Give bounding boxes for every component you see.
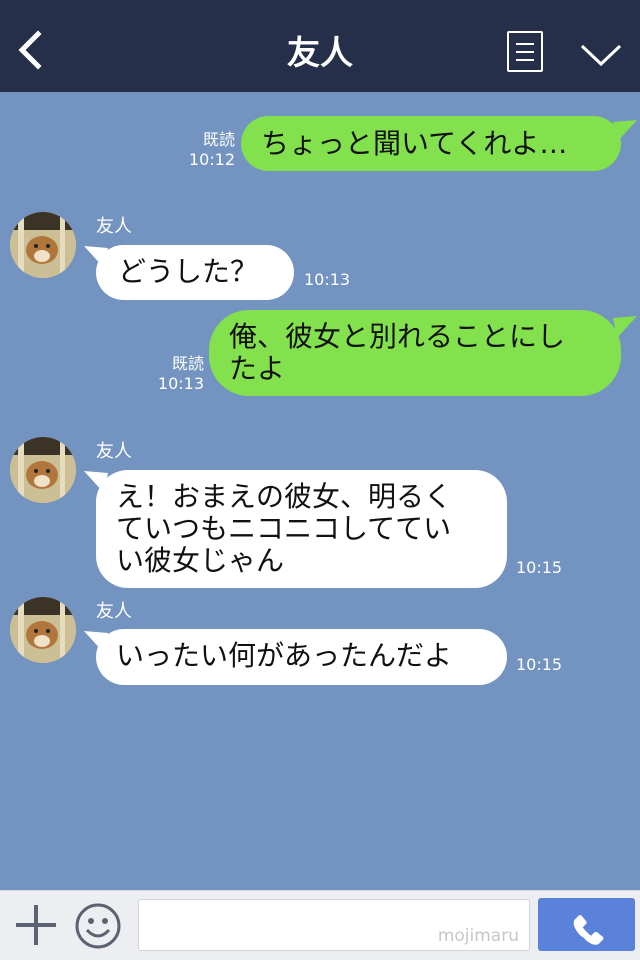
message-text: ちょっと聞いてくれよ…: [261, 127, 568, 160]
emoji-button[interactable]: [74, 902, 122, 950]
phone-icon: [573, 914, 604, 945]
message-bubble[interactable]: いったい何があったんだよ: [96, 629, 507, 685]
message-time: 10:15: [516, 655, 563, 674]
input-bar: mojimaru: [0, 890, 640, 960]
message-time: 10:13: [304, 270, 351, 289]
bubble-tail: [613, 316, 637, 338]
dog-photo-icon: [10, 597, 76, 663]
chat-title: 友人: [287, 33, 353, 72]
message-bubble[interactable]: どうした？: [96, 245, 294, 300]
chevron-down-icon: [580, 44, 622, 67]
bubble-tail: [613, 120, 637, 142]
read-receipt: 既読: [202, 130, 235, 149]
sender-name: 友人: [96, 216, 132, 237]
menu-button[interactable]: [507, 31, 543, 72]
watermark: mojimaru: [437, 926, 519, 946]
message-input[interactable]: mojimaru: [138, 899, 530, 951]
message-text: いったい何があったんだよ: [116, 639, 453, 672]
dog-photo-icon: [10, 212, 76, 278]
message-text-line: い彼女じゃん: [116, 544, 285, 577]
menu-line-icon: [516, 43, 534, 45]
message-meta: 既読 10:12: [180, 130, 235, 170]
message-time: 10:12: [188, 150, 235, 169]
sender-name: 友人: [96, 441, 132, 462]
chat-area[interactable]: 既読 10:12 ちょっと聞いてくれよ… 友人 どうした？ 10:13 既読 1…: [0, 92, 640, 890]
add-button[interactable]: [14, 903, 58, 947]
avatar[interactable]: [10, 437, 76, 503]
avatar[interactable]: [10, 212, 76, 278]
message-bubble[interactable]: え！おまえの彼女、明るく ていつもニコニコしててい い彼女じゃん: [96, 470, 507, 588]
read-receipt: 既読: [171, 354, 204, 373]
chat-header: 友人: [0, 0, 640, 92]
message-time: 10:13: [157, 374, 204, 393]
dog-photo-icon: [10, 437, 76, 503]
plus-icon: [16, 905, 56, 945]
message-text-line: 俺、彼女と別れることにし: [229, 320, 566, 353]
message-text-line: たよ: [229, 352, 286, 385]
message-text: どうした？: [118, 255, 259, 288]
avatar[interactable]: [10, 597, 76, 663]
collapse-button[interactable]: [578, 40, 624, 70]
message-text-line: ていつもニコニコしててい: [116, 512, 452, 545]
call-button[interactable]: [538, 898, 635, 951]
message-bubble[interactable]: ちょっと聞いてくれよ…: [241, 116, 621, 171]
message-meta: 既読 10:13: [150, 354, 204, 394]
menu-line-icon: [516, 51, 534, 53]
menu-line-icon: [516, 59, 534, 61]
message-time: 10:15: [516, 558, 563, 577]
message-text-line: え！おまえの彼女、明るく: [116, 480, 453, 513]
smiley-icon: [75, 903, 121, 949]
sender-name: 友人: [96, 601, 132, 622]
message-bubble[interactable]: 俺、彼女と別れることにし たよ: [209, 310, 621, 396]
